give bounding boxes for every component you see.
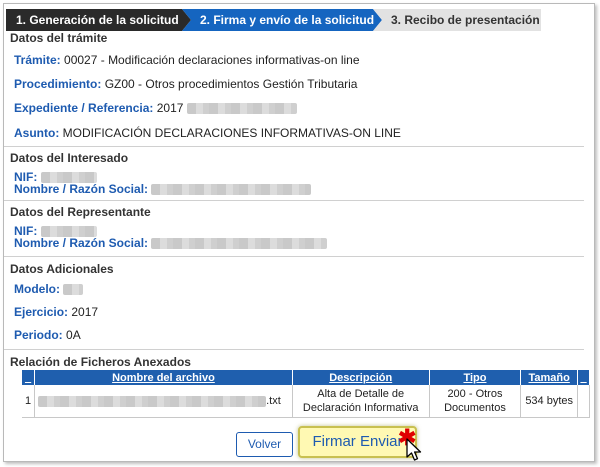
step-firma-envio: 2. Firma y envío de la solicitud	[182, 9, 382, 31]
section-title-representante: Datos del Representante	[10, 205, 151, 219]
redacted-text	[38, 395, 267, 407]
column-header-descripcion[interactable]: Descripción	[292, 370, 430, 385]
field-asunto: Asunto: MODIFICACIÓN DECLARACIONES INFOR…	[14, 126, 401, 140]
field-expediente: Expediente / Referencia: 2017	[14, 101, 297, 115]
row-filename: .txt	[34, 385, 293, 418]
field-procedimiento: Procedimiento: GZ00 - Otros procedimient…	[14, 77, 357, 91]
procedimiento-label: Procedimiento:	[14, 77, 102, 91]
expediente-value: 2017	[156, 101, 184, 115]
redacted-text	[151, 184, 312, 196]
asunto-value: MODIFICACIÓN DECLARACIONES INFORMATIVAS-…	[62, 126, 401, 140]
periodo-value: 0A	[66, 328, 81, 342]
asunto-label: Asunto:	[14, 126, 60, 140]
divider	[4, 146, 584, 147]
field-ejercicio: Ejercicio: 2017	[14, 305, 98, 319]
tramite-value: 00027 - Modificación declaraciones infor…	[64, 53, 360, 67]
filename-extension: .txt	[266, 395, 281, 407]
redacted-text	[186, 103, 297, 115]
section-title-ficheros: Relación de Ficheros Anexados	[10, 355, 191, 369]
field-representante-nombre: Nombre / Razón Social:	[14, 236, 328, 250]
row-tipo: 200 - Otros Documentos	[429, 385, 522, 418]
column-header-tipo[interactable]: Tipo	[429, 370, 522, 385]
tipo-line-1: 200 - Otros	[447, 388, 503, 400]
representante-nombre-label: Nombre / Razón Social:	[14, 236, 149, 250]
redacted-text	[63, 284, 84, 296]
volver-button[interactable]: Volver	[236, 432, 293, 457]
ejercicio-value: 2017	[71, 305, 99, 319]
step-generacion: 1. Generación de la solicitud	[6, 9, 191, 31]
descripcion-line-1: Alta de Detalle de	[317, 388, 405, 400]
section-title-interesado: Datos del Interesado	[10, 151, 129, 165]
field-periodo: Periodo: 0A	[14, 328, 81, 342]
field-modelo: Modelo:	[14, 282, 84, 296]
wizard-steps: 1. Generación de la solicitud 2. Firma y…	[6, 9, 546, 31]
divider	[4, 349, 584, 350]
row-index: 1	[22, 385, 36, 418]
procedimiento-value: GZ00 - Otros procedimientos Gestión Trib…	[104, 77, 358, 91]
descripcion-line-2: Declaración Informativa	[302, 402, 419, 414]
divider	[4, 256, 584, 257]
column-header-select[interactable]: _	[22, 370, 36, 385]
column-header-tamano[interactable]: Tamaño	[520, 370, 579, 385]
row-tamano: 534 bytes	[520, 385, 579, 418]
tramite-label: Trámite:	[14, 53, 61, 67]
divider	[4, 200, 584, 201]
interesado-nombre-label: Nombre / Razón Social:	[14, 182, 149, 196]
column-header-actions[interactable]: _	[577, 370, 590, 385]
field-tramite: Trámite: 00027 - Modificación declaracio…	[14, 53, 360, 67]
redacted-text	[151, 238, 328, 250]
column-header-nombre-archivo[interactable]: Nombre del archivo	[34, 370, 293, 385]
step-recibo: 3. Recibo de presentación	[373, 9, 541, 31]
expediente-label: Expediente / Referencia:	[14, 101, 154, 115]
section-title-adicionales: Datos Adicionales	[10, 262, 114, 276]
section-title-tramite: Datos del trámite	[10, 31, 108, 45]
mouse-pointer-icon	[406, 438, 422, 461]
table-row: 1 .txt Alta de Detalle de Declaración In…	[22, 385, 590, 418]
modelo-label: Modelo:	[14, 282, 60, 296]
row-actions	[577, 385, 590, 418]
row-descripcion: Alta de Detalle de Declaración Informati…	[292, 385, 430, 418]
ejercicio-label: Ejercicio:	[14, 305, 69, 319]
field-interesado-nombre: Nombre / Razón Social:	[14, 182, 312, 196]
ficheros-table: _ Nombre del archivo Descripción Tipo Ta…	[22, 370, 590, 418]
tipo-line-2: Documentos	[444, 402, 506, 414]
form-frame: 1. Generación de la solicitud 2. Firma y…	[3, 3, 595, 462]
periodo-label: Periodo:	[14, 328, 63, 342]
